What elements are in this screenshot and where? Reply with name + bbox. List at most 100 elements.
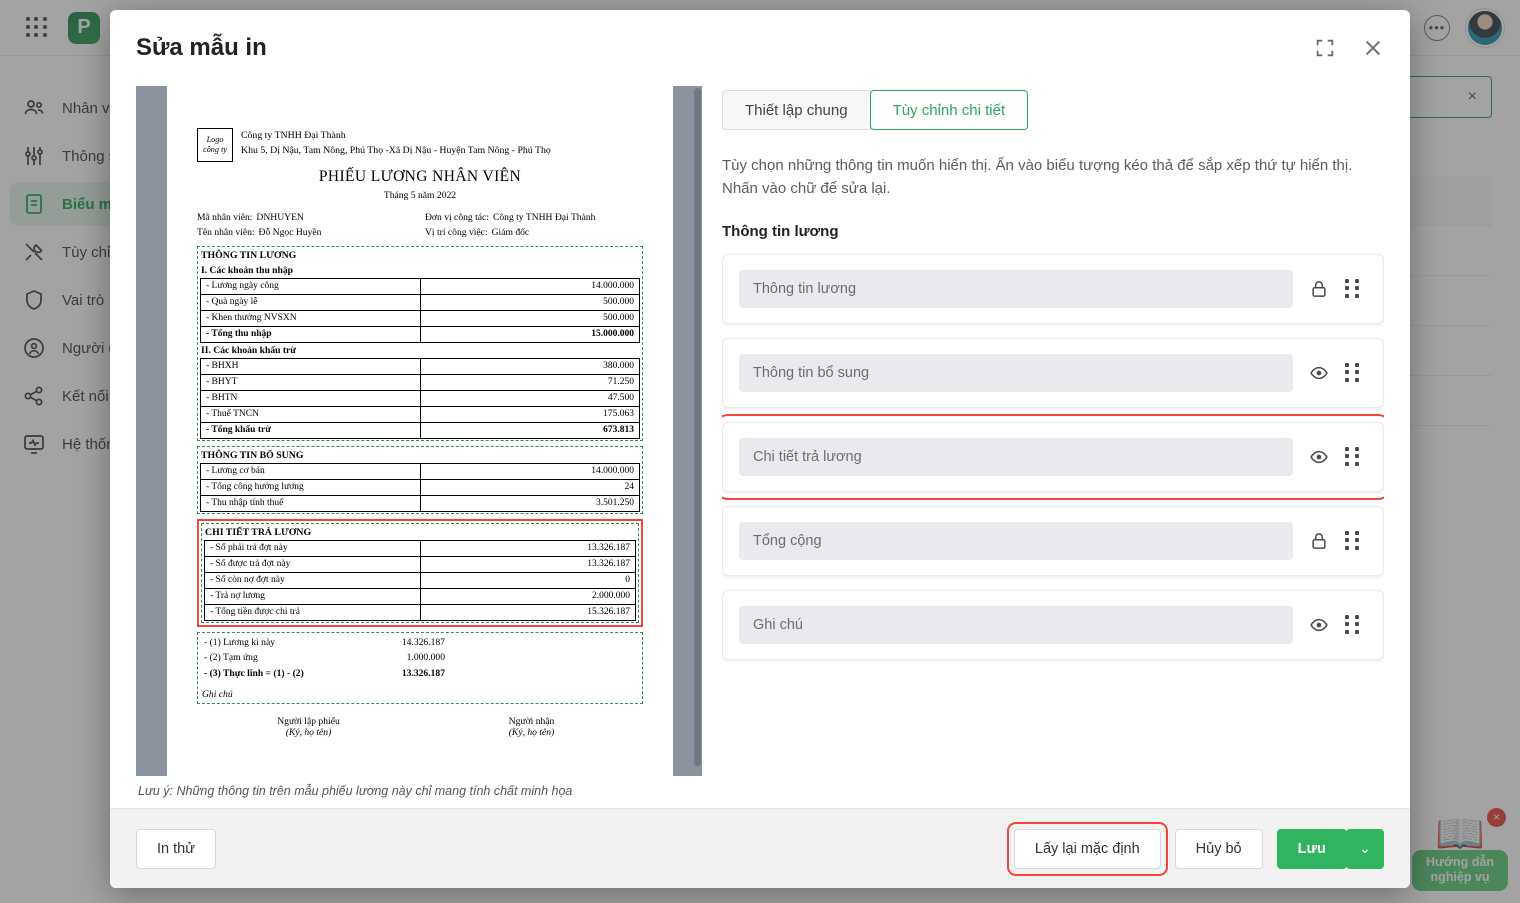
- income-heading: I. Các khoản thu nhập: [201, 264, 293, 276]
- eye-icon[interactable]: [1309, 363, 1329, 383]
- document-meta: Mã nhân viên: DNHUYEN Tên nhân viên: Đỗ Ng…: [197, 210, 643, 241]
- row-label: - Số được trả đợt này: [204, 555, 421, 573]
- field-label-input[interactable]: Ghi chú: [739, 605, 1293, 644]
- save-button[interactable]: Lưu: [1276, 828, 1347, 869]
- table-row: - Khen thưởng NVSXN 500.000: [200, 309, 640, 327]
- row-value: 13.326.187: [419, 539, 636, 557]
- row-value: 14.000.000: [419, 277, 640, 295]
- row-label: - Tổng thu nhập: [200, 325, 421, 343]
- page-title: Sửa mẫu in: [136, 34, 267, 61]
- field-label-input[interactable]: Thông tin bổ sung: [739, 353, 1293, 392]
- preview-disclaimer: Lưu ý: Những thông tin trên mẫu phiếu lư…: [138, 784, 573, 798]
- drag-handle-icon[interactable]: [1345, 362, 1361, 383]
- reset-default-button[interactable]: Lấy lại mặc định: [1013, 828, 1161, 869]
- table-row: - BHXH 380.000: [200, 357, 640, 375]
- extra-info-section: THÔNG TIN BỔ SUNG - Lương cơ bản 14.000.0…: [197, 445, 643, 514]
- eye-icon[interactable]: [1309, 447, 1329, 467]
- expand-fullscreen-icon[interactable]: [1314, 37, 1336, 59]
- row-label: - Tổng tiền được chi trả: [204, 603, 421, 621]
- preview-scrollbar-thumb[interactable]: [694, 88, 701, 766]
- row-value: 24: [419, 478, 640, 496]
- paydetail-section: CHI TIẾT TRẢ LƯƠNG - Số phải trả đợt này…: [201, 522, 639, 623]
- drag-handle-icon[interactable]: [1345, 278, 1361, 299]
- row-value: 500.000: [419, 293, 640, 311]
- row-value: 175.063: [419, 405, 640, 423]
- table-row: - Tổng công hưởng lương 24: [200, 478, 640, 496]
- row-value: 3.501.250: [419, 494, 640, 512]
- table-row: - Tổng tiền được chi trả 15.326.187: [204, 603, 636, 621]
- drag-handle-icon[interactable]: [1345, 446, 1361, 467]
- field-card-chi-tiet-tra-luong[interactable]: Chi tiết trả lương: [722, 413, 1384, 500]
- income-table: - Lương ngày công 14.000.000 - Quà ngày l…: [200, 277, 640, 343]
- table-row: - Lương cơ bản 14.000.000: [200, 462, 640, 480]
- reset-default-highlight: Lấy lại mặc định: [1006, 821, 1168, 876]
- company-address: Khu 5, Dị Nậu, Tam Nông, Phú Thọ -Xã Dị …: [241, 145, 551, 157]
- field-label-input[interactable]: Tổng cộng: [739, 521, 1293, 560]
- field-card-ghi-chu[interactable]: Ghi chú: [722, 589, 1384, 660]
- document-period: Tháng 5 năm 2022: [383, 190, 457, 201]
- lock-icon[interactable]: [1309, 531, 1329, 551]
- document-company-header: Logo công ty Công ty TNHH Đại Thành Khu …: [197, 128, 643, 162]
- tab-tuy-chinh-chi-tiet[interactable]: Tùy chỉnh chi tiết: [869, 90, 1029, 130]
- print-test-button[interactable]: In thử: [136, 828, 216, 869]
- eye-icon[interactable]: [1309, 615, 1329, 635]
- summary-row-net: - (3) Thực lĩnh = (1) - (2) 13.326.187: [200, 666, 640, 682]
- meta-key: Mã nhân viên:: [197, 212, 253, 223]
- row-label: - Khen thưởng NVSXN: [200, 309, 421, 327]
- table-row-total: - Tổng thu nhập 15.000.000: [200, 325, 640, 343]
- row-label: - Thu nhập tính thuế: [200, 494, 421, 512]
- summary-value: 1.000.000: [406, 652, 445, 664]
- lock-icon[interactable]: [1309, 279, 1329, 299]
- save-dropdown-chevron-down-icon[interactable]: ⌄: [1345, 828, 1384, 869]
- table-row: - Số phải trả đợt này 13.326.187: [204, 539, 636, 557]
- document-title: PHIẾU LƯƠNG NHÂN VIÊN: [318, 168, 522, 185]
- meta-value: Giám đốc: [491, 227, 530, 239]
- field-card-tong-cong[interactable]: Tổng cộng: [722, 505, 1384, 576]
- field-card-thong-tin-bo-sung[interactable]: Thông tin bổ sung: [722, 337, 1384, 408]
- row-label: - Lương cơ bản: [200, 462, 421, 480]
- deduction-heading: II. Các khoản khấu trừ: [201, 344, 297, 356]
- summary-value: 14.326.187: [401, 636, 445, 648]
- row-value: 0: [419, 571, 636, 589]
- meta-col-right: Đơn vị công tác: Công ty TNHH Đại Thành V…: [415, 210, 643, 241]
- row-label: - Thuế TNCN: [200, 405, 421, 423]
- dialog-header: Sửa mẫu in: [110, 10, 1410, 86]
- table-row: - Số còn nợ đợt này 0: [204, 571, 636, 589]
- row-label: - Tổng công hưởng lương: [200, 478, 421, 496]
- company-name: Công ty TNHH Đại Thành: [241, 130, 346, 141]
- summary-label: - (1) Lương kì này: [204, 636, 276, 648]
- table-row: - Trả nợ lương 2.000.000: [204, 587, 636, 605]
- settings-group-title: Thông tin lương: [722, 222, 839, 240]
- drag-handle-icon[interactable]: [1345, 530, 1361, 551]
- row-label: - Số phải trả đợt này: [204, 539, 421, 557]
- table-row: - Thuế TNCN 175.063: [200, 405, 640, 423]
- meta-col-left: Mã nhân viên: DNHUYEN Tên nhân viên: Đỗ Ng…: [197, 210, 415, 241]
- tab-thiet-lap-chung[interactable]: Thiết lập chung: [722, 90, 871, 130]
- deduction-table: - BHXH 380.000 - BHYT 71.250 - BHTN 47.500 …: [200, 357, 640, 439]
- row-label: - Số còn nợ đợt này: [204, 571, 421, 589]
- preview-scroll-area[interactable]: Logo công ty Công ty TNHH Đại Thành Khu …: [136, 86, 702, 776]
- signature-role: Người nhận: [508, 716, 555, 728]
- signature-block-preparer: Người lập phiếu (Ký, họ tên) Tên người l…: [197, 716, 420, 776]
- row-value: 2.000.000: [419, 587, 636, 605]
- summary-label: - (3) Thực lĩnh = (1) - (2): [204, 667, 304, 679]
- drag-handle-icon[interactable]: [1345, 614, 1361, 635]
- company-logo-placeholder: Logo công ty: [197, 128, 233, 162]
- signature-sub: (Ký, họ tên): [508, 727, 555, 739]
- company-info: Công ty TNHH Đại Thành Khu 5, Dị Nậu, Ta…: [241, 128, 551, 158]
- row-label: - Trả nợ lương: [204, 587, 421, 605]
- close-icon[interactable]: [1362, 37, 1384, 59]
- field-label-input[interactable]: Thông tin lương: [739, 269, 1293, 308]
- field-label-input[interactable]: Chi tiết trả lương: [739, 437, 1293, 476]
- row-value: 380.000: [419, 357, 640, 375]
- table-row: - BHTN 47.500: [200, 389, 640, 407]
- meta-key: Đơn vị công tác:: [425, 212, 489, 223]
- preview-scrollbar[interactable]: [693, 86, 702, 776]
- preview-pane: Logo công ty Công ty TNHH Đại Thành Khu …: [136, 86, 702, 808]
- field-card-thong-tin-luong[interactable]: Thông tin lương: [722, 253, 1384, 324]
- table-row: - Lương ngày công 14.000.000: [200, 277, 640, 295]
- settings-tabs: Thiết lập chung Tùy chỉnh chi tiết: [722, 90, 1384, 130]
- paydetail-highlight-box: CHI TIẾT TRẢ LƯƠNG - Số phải trả đợt này…: [197, 518, 643, 627]
- section-title: THÔNG TIN BỔ SUNG: [201, 449, 304, 461]
- cancel-button[interactable]: Hủy bỏ: [1174, 828, 1263, 869]
